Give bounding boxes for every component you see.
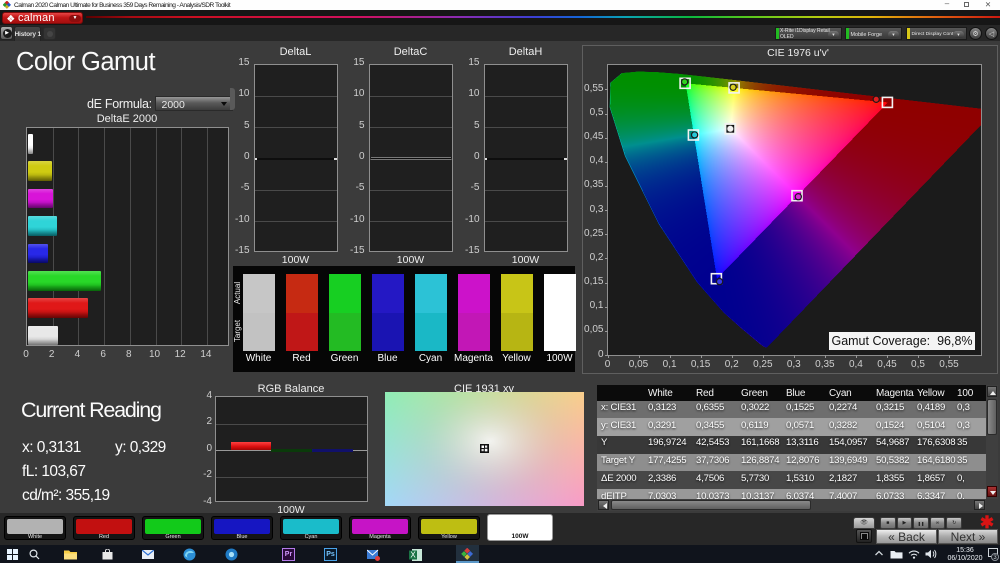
svg-text:X: X (410, 550, 416, 559)
